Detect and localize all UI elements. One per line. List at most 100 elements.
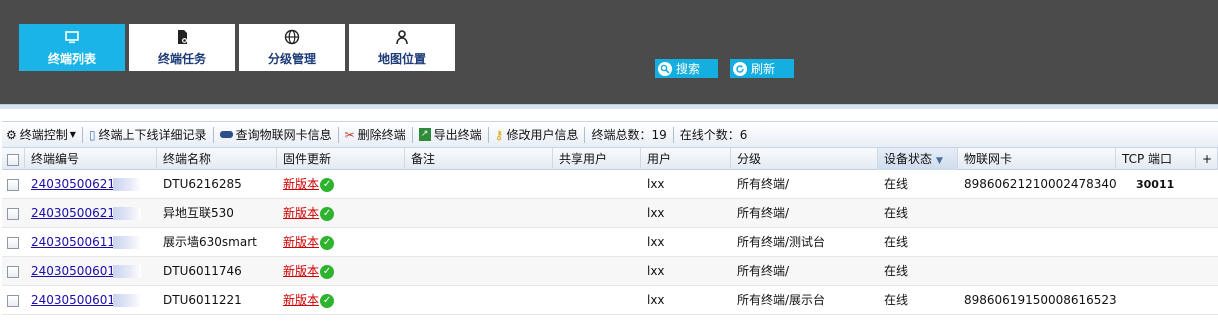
refresh-button[interactable]: 刷新	[730, 59, 794, 78]
firmware-new-version-link[interactable]: 新版本	[283, 293, 319, 307]
device-status-cell: 在线	[884, 206, 909, 220]
scissors-icon: ✂	[344, 127, 355, 142]
firmware-new-version-link[interactable]: 新版本	[283, 177, 319, 191]
col-header-tcp-port[interactable]: TCP 端口	[1116, 148, 1196, 170]
terminal-name-cell: 展示墙630smart	[163, 235, 257, 249]
export-terminal-button[interactable]: ↗ 导出终端	[415, 122, 486, 147]
terminal-id-link[interactable]: 24030500621	[31, 206, 115, 220]
terminal-name-cell: 异地互联530	[163, 206, 234, 220]
device-status-cell: 在线	[884, 235, 909, 249]
table-row[interactable]: 24030500601 DTU6011221 新版本 ✓ lxx 所有终端/展示台 在线 89…	[2, 286, 1218, 315]
tab-map-location[interactable]: 地图位置	[349, 24, 455, 71]
terminal-control-menu[interactable]: ⚙ 终端控制 ▼	[2, 122, 80, 147]
tab-terminal-task[interactable]: 终端任务	[129, 24, 235, 71]
terminal-id-link[interactable]: 24030500601	[31, 264, 115, 278]
edit-user-button[interactable]: ⚷ 修改用户信息	[491, 122, 583, 147]
document-icon: ▯	[88, 127, 96, 142]
refresh-icon	[733, 61, 747, 76]
grade-cell: 所有终端/	[737, 177, 790, 191]
terminal-id-cell: 24030500611	[25, 228, 157, 257]
firmware-new-version-link[interactable]: 新版本	[283, 206, 319, 220]
row-checkbox[interactable]	[2, 257, 25, 286]
user-cell: lxx	[647, 264, 665, 278]
sim-card-query-button[interactable]: 查询物联网卡信息	[216, 122, 336, 147]
row-checkbox[interactable]	[2, 199, 25, 228]
online-count: 在线个数：6	[679, 128, 748, 142]
sim-card-cell	[958, 257, 1116, 286]
redacted-mask	[112, 207, 141, 220]
terminal-total-count: 终端总数：19	[591, 128, 667, 142]
tab-grade-management[interactable]: 分级管理	[239, 24, 345, 71]
online-log-button[interactable]: ▯ 终端上下线详细记录	[85, 122, 211, 147]
table-row[interactable]: 24030500621 异地互联530 新版本 ✓ lxx 所有终端/在线	[2, 199, 1218, 228]
sim-card-icon	[219, 131, 233, 138]
tab-label: 分级管理	[267, 52, 316, 66]
terminal-grid: 终端编号 终端名称 固件更新 备注 共享用户 用户 分级 设备状态 ▼ 物联网卡 …	[2, 148, 1218, 315]
tcp-port-cell: 30011	[1136, 178, 1175, 191]
grade-cell: 所有终端/	[737, 206, 790, 220]
note-cell	[405, 228, 553, 257]
sort-desc-icon: ▼	[936, 156, 943, 166]
col-header-more[interactable]: +	[1196, 148, 1218, 170]
header-divider	[0, 104, 1218, 109]
search-icon	[658, 61, 672, 76]
edit-user-label: 修改用户信息	[506, 128, 579, 142]
firmware-new-version-link[interactable]: 新版本	[283, 264, 319, 278]
table-row[interactable]: 24030500601 DTU6011746 新版本 ✓ lxx 所有终端/在线	[2, 257, 1218, 286]
toolbar-separator	[212, 126, 214, 143]
table-row[interactable]: 24030500621 DTU6216285 新版本 ✓ lxx 所有终端/在线 89860…	[2, 170, 1218, 199]
check-ok-icon: ✓	[320, 236, 335, 250]
delete-terminal-label: 删除终端	[357, 128, 406, 142]
col-header-grade[interactable]: 分级	[731, 148, 878, 170]
row-checkbox[interactable]	[2, 286, 25, 315]
col-header-note[interactable]: 备注	[405, 148, 553, 170]
shared-user-cell	[553, 286, 641, 315]
online-log-label: 终端上下线详细记录	[98, 128, 207, 142]
search-button[interactable]: 搜索	[655, 59, 718, 78]
table-row[interactable]: 24030500611 展示墙630smart 新版本 ✓ lxx 所有终端/测试台 在线	[2, 228, 1218, 257]
terminal-name-cell: DTU6011746	[163, 264, 242, 278]
refresh-label: 刷新	[751, 62, 776, 76]
firmware-cell: 新版本 ✓	[277, 257, 405, 286]
person-icon	[396, 30, 408, 45]
export-icon: ↗	[418, 128, 431, 141]
toolbar-separator	[337, 126, 339, 143]
delete-terminal-button[interactable]: ✂ 删除终端	[341, 122, 410, 147]
firmware-cell: 新版本 ✓	[277, 170, 405, 199]
redacted-mask	[112, 294, 141, 307]
terminal-control-label: 终端控制	[19, 128, 68, 142]
col-header-shared-user[interactable]: 共享用户	[553, 148, 641, 170]
monitor-icon	[65, 31, 79, 44]
task-file-icon	[178, 30, 187, 44]
toolbar-separator	[487, 126, 489, 143]
terminal-id-link[interactable]: 24030500601	[31, 293, 115, 307]
grid-toolbar: ⚙ 终端控制 ▼ ▯ 终端上下线详细记录 查询物联网卡信息 ✂ 删除终端 ↗ 导…	[2, 121, 1218, 148]
note-cell	[405, 257, 553, 286]
row-checkbox[interactable]	[2, 228, 25, 257]
grid-header-row: 终端编号 终端名称 固件更新 备注 共享用户 用户 分级 设备状态 ▼ 物联网卡 …	[2, 148, 1218, 170]
terminal-id-link[interactable]: 24030500621	[31, 177, 115, 191]
tab-terminal-list[interactable]: 终端列表	[19, 24, 125, 71]
col-header-sim-card[interactable]: 物联网卡	[958, 148, 1116, 170]
sim-card-query-label: 查询物联网卡信息	[235, 128, 332, 142]
select-all-checkbox[interactable]	[2, 148, 25, 170]
terminal-id-cell: 24030500601	[25, 257, 157, 286]
search-label: 搜索	[676, 62, 701, 76]
col-header-device-status[interactable]: 设备状态 ▼	[878, 148, 958, 170]
firmware-cell: 新版本 ✓	[277, 199, 405, 228]
firmware-new-version-link[interactable]: 新版本	[283, 235, 319, 249]
col-header-terminal-id[interactable]: 终端编号	[25, 148, 157, 170]
tcp-port-cell	[1116, 257, 1196, 286]
note-cell	[405, 170, 553, 199]
terminal-id-link[interactable]: 24030500611	[31, 235, 115, 249]
more-cell	[1196, 286, 1218, 315]
row-checkbox[interactable]	[2, 170, 25, 199]
shared-user-cell	[553, 257, 641, 286]
col-header-firmware[interactable]: 固件更新	[277, 148, 405, 170]
more-cell	[1196, 257, 1218, 286]
key-icon: ⚷	[494, 127, 504, 142]
tab-label: 终端列表	[47, 52, 96, 66]
user-cell: lxx	[647, 206, 665, 220]
col-header-user[interactable]: 用户	[641, 148, 731, 170]
col-header-terminal-name[interactable]: 终端名称	[157, 148, 277, 170]
